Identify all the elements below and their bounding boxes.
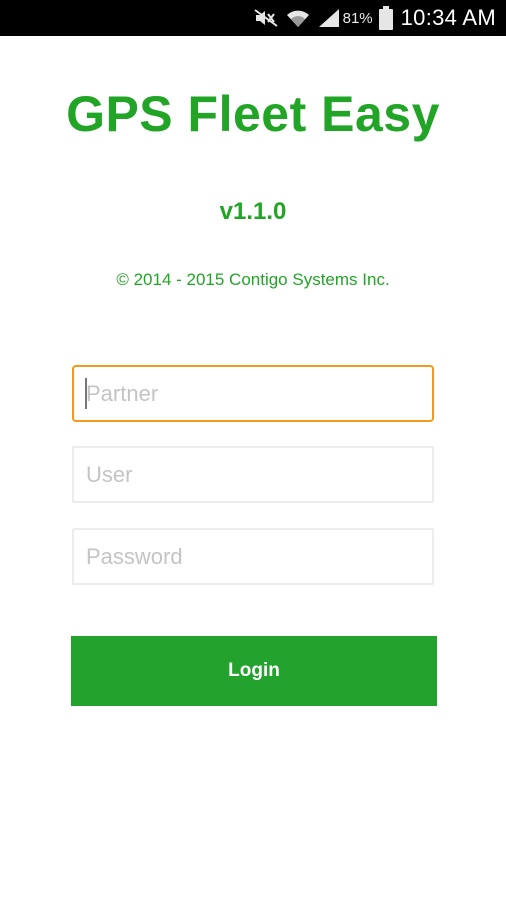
copyright-text: © 2014 - 2015 Contigo Systems Inc.	[116, 270, 390, 289]
login-button[interactable]: Login	[71, 636, 437, 706]
app-version: v1.1.0	[219, 198, 287, 225]
wifi-icon	[285, 0, 311, 36]
partner-input[interactable]	[72, 365, 434, 422]
battery-percent: 81%	[342, 9, 373, 27]
app-title: GPS Fleet Easy	[66, 86, 440, 142]
cell-signal-icon	[317, 0, 341, 36]
user-input[interactable]	[72, 446, 434, 503]
mute-icon	[253, 0, 279, 36]
battery-icon	[378, 0, 393, 36]
password-input[interactable]	[72, 528, 434, 585]
status-time: 10:34 AM	[400, 5, 496, 30]
text-cursor	[85, 378, 87, 409]
status-bar: 81% 10:34 AM	[0, 0, 506, 36]
